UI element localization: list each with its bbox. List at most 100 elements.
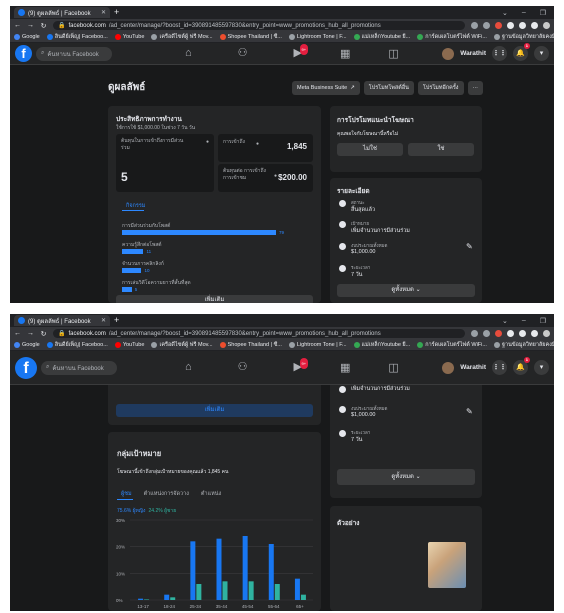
tab-audience[interactable]: ผู้ชม [121, 490, 132, 498]
reload-icon[interactable]: ↻ [40, 330, 47, 338]
maximize-icon[interactable]: ❐ [540, 9, 546, 17]
url-field[interactable]: 🔒 facebook.com /ad_center/manage/?boost_… [53, 21, 465, 30]
close-tab-icon[interactable]: ✕ [101, 317, 106, 324]
bookmark[interactable]: การ์ดเผลโบตร์ไฟต์ WiFi... [417, 33, 487, 41]
more-button[interactable]: ··· [467, 80, 483, 95]
url-field[interactable]: 🔒 facebook.com /ad_center/manage/?boost_… [53, 329, 465, 338]
search-input[interactable]: ⌕ ค้นหาบน Facebook [36, 46, 112, 61]
detail-key: เป้าหมาย [351, 221, 370, 226]
profile-icon[interactable] [543, 330, 550, 337]
info-icon[interactable]: ● [256, 141, 259, 147]
friends-icon[interactable]: ⚇ [238, 48, 248, 59]
menu-icon[interactable]: ⋮⋮ [492, 46, 507, 61]
account-chevron-icon[interactable]: ▾ [534, 46, 549, 61]
promote-again-button[interactable]: โปรโมทอีกครั้ง [417, 80, 464, 95]
share-icon[interactable] [471, 22, 478, 29]
bookmark[interactable]: แม่เหล็กYoutube ยี... [353, 341, 410, 349]
performance-card-tail: เพิ่มเติม [108, 385, 321, 425]
audience-title: กลุ่มเป้าหมาย [117, 449, 162, 458]
edit-icon[interactable]: ✎ [466, 242, 473, 251]
see-all-button[interactable]: ดูทั้งหมด ⌄ [337, 469, 475, 485]
marketplace-icon[interactable]: ▦ [340, 361, 350, 374]
bookmark[interactable]: Google [14, 342, 40, 348]
chevron-down-icon[interactable]: ⌄ [502, 317, 508, 325]
gaming-icon[interactable]: ◫ [388, 47, 398, 60]
see-all-button[interactable]: ดูทั้งหมด ⌄ [337, 284, 475, 297]
profile-icon[interactable] [543, 22, 550, 29]
browser-tab[interactable]: (9) ดูผลลัพธ์ | Facebook ✕ [14, 7, 110, 18]
forward-icon[interactable]: → [27, 330, 34, 337]
extension-icon[interactable] [507, 22, 514, 29]
info-icon[interactable]: ● [274, 173, 277, 179]
meta-business-suite-button[interactable]: Meta Business Suite ↗ [292, 80, 360, 95]
star-icon[interactable] [483, 22, 490, 29]
promote-other-post-button[interactable]: โปรโมทโพสต์อื่น [363, 80, 414, 95]
bookmark[interactable]: ฐานข้อมูลวิทยาลัยคงมี... [493, 341, 554, 349]
back-icon[interactable]: ← [14, 330, 21, 337]
bookmark[interactable]: เครือดีไซต์ผู้ ฟรี Mov... [151, 341, 213, 349]
user-name[interactable]: Warathit [460, 50, 486, 57]
watch-icon[interactable]: ▶ 9+ [294, 358, 309, 373]
sidebar-icon[interactable] [531, 22, 538, 29]
forward-icon[interactable]: → [27, 22, 34, 29]
tab-location[interactable]: ตำแหน่ง [201, 490, 221, 498]
notifications-icon[interactable]: 🔔 1 [513, 43, 530, 61]
facebook-logo-icon[interactable]: f [15, 356, 37, 379]
avatar[interactable] [442, 47, 455, 60]
bookmark[interactable]: เครือดีไซต์ผู้ ฟรี Mov... [151, 33, 213, 41]
avatar[interactable] [442, 361, 455, 374]
tab-placement[interactable]: ตำแหน่งการจัดวาง [144, 490, 189, 498]
bookmark[interactable]: Lightroom Tone | F... [288, 34, 347, 40]
extension-icon[interactable] [495, 22, 502, 29]
minimize-icon[interactable]: – [522, 317, 526, 325]
minimize-icon[interactable]: – [522, 9, 526, 17]
maximize-icon[interactable]: ❐ [540, 317, 546, 325]
bookmark[interactable]: ฐานข้อมูลวิทยาลัยคงมี... [493, 33, 554, 41]
info-icon[interactable]: ● [206, 139, 209, 145]
bookmark[interactable]: Shopee Thailand | ซื... [219, 33, 282, 41]
no-button[interactable]: ไม่ใช่ [337, 143, 403, 156]
gaming-icon[interactable]: ◫ [388, 361, 398, 374]
edit-icon[interactable]: ✎ [466, 407, 473, 416]
see-more-button[interactable]: เพิ่มเติม [116, 295, 313, 303]
home-icon[interactable]: ⌂ [185, 48, 192, 59]
new-tab-button[interactable]: + [114, 316, 119, 325]
tab-activity[interactable]: กิจกรรม [126, 202, 145, 210]
puzzle-icon[interactable] [519, 330, 526, 337]
bookmark[interactable]: YouTube [114, 342, 144, 348]
marketplace-icon[interactable]: ▦ [340, 47, 350, 60]
friends-icon[interactable]: ⚇ [238, 362, 248, 373]
close-tab-icon[interactable]: ✕ [101, 9, 106, 16]
extension-icon[interactable] [495, 330, 502, 337]
browser-tab[interactable]: (9) ดูผลลัพธ์ | Facebook ✕ [14, 315, 110, 326]
preview-thumbnail[interactable] [428, 542, 466, 588]
user-name[interactable]: Warathit [460, 364, 486, 371]
facebook-logo-icon[interactable]: f [15, 45, 32, 62]
puzzle-icon[interactable] [519, 22, 526, 29]
back-icon[interactable]: ← [14, 22, 21, 29]
bookmark[interactable]: ลินดีย์เพ็ญ| Faceboo... [46, 33, 108, 41]
see-more-button[interactable]: เพิ่มเติม [116, 404, 313, 417]
chevron-down-icon[interactable]: ⌄ [502, 9, 508, 17]
star-icon[interactable] [483, 330, 490, 337]
search-input[interactable]: ⌕ ค้นหาบน Facebook [41, 360, 117, 375]
bookmark[interactable]: ลินดีย์เพ็ญ| Faceboo... [46, 341, 108, 349]
home-icon[interactable]: ⌂ [185, 362, 192, 373]
sidebar-icon[interactable] [531, 330, 538, 337]
bookmark[interactable]: Shopee Thailand | ซื... [219, 341, 282, 349]
bookmark[interactable]: YouTube [114, 34, 144, 40]
extension-icon[interactable] [507, 330, 514, 337]
bookmark[interactable]: การ์ดเผลโบตร์ไฟต์ WiFi... [417, 341, 487, 349]
bookmark[interactable]: Google [14, 34, 40, 40]
watch-icon[interactable]: ▶ 9+ [294, 44, 309, 59]
account-chevron-icon[interactable]: ▾ [534, 360, 549, 375]
yes-button[interactable]: ใช่ [408, 143, 474, 156]
new-tab-button[interactable]: + [114, 8, 119, 17]
bookmark[interactable]: Lightroom Tone | F... [288, 342, 347, 348]
menu-icon[interactable]: ⋮⋮ [492, 360, 507, 375]
bookmark[interactable]: แม่เหล็กYoutube ยี... [353, 33, 410, 41]
search-placeholder: ค้นหาบน Facebook [52, 365, 104, 372]
share-icon[interactable] [471, 330, 478, 337]
reload-icon[interactable]: ↻ [40, 22, 47, 30]
notifications-icon[interactable]: 🔔 1 [513, 357, 530, 375]
